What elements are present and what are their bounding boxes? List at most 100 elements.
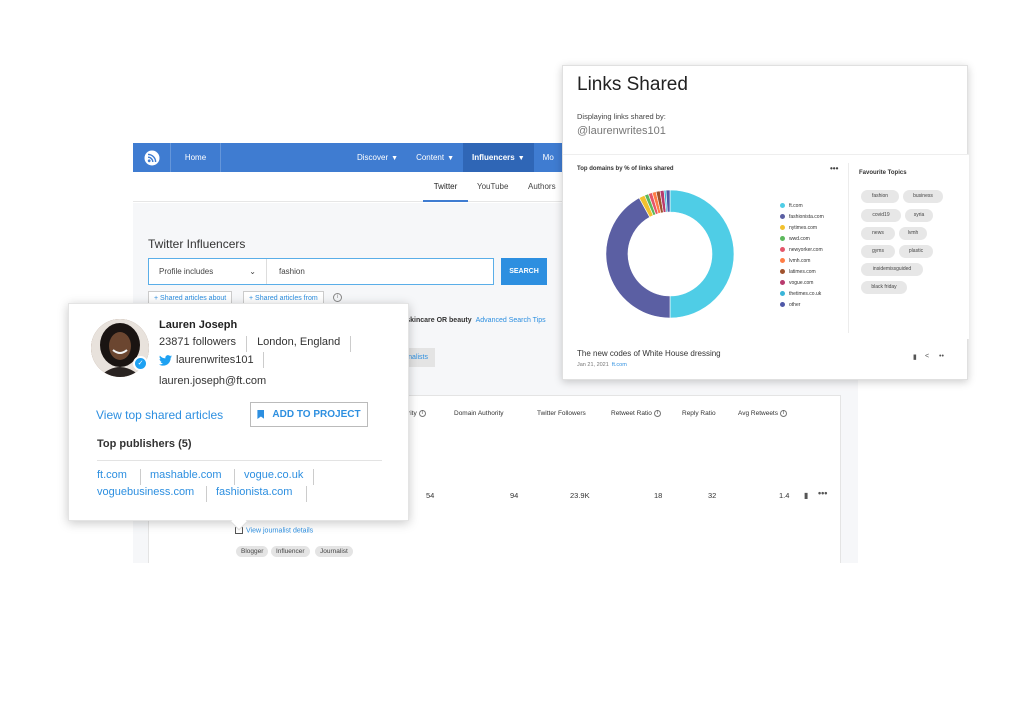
- topic-chip[interactable]: fashion: [861, 190, 899, 203]
- divider: [97, 460, 382, 461]
- cell-retweet-ratio: 18: [654, 491, 663, 500]
- legend-swatch: [780, 258, 785, 263]
- add-to-project-button[interactable]: ADD TO PROJECT: [250, 402, 368, 427]
- chevron-down-icon: ▼: [391, 155, 399, 162]
- profile-location: London, England: [257, 336, 341, 348]
- twitter-bird-icon: [159, 354, 172, 366]
- divider: [306, 486, 307, 502]
- legend-swatch: [780, 302, 785, 307]
- more-options-icon[interactable]: •••: [830, 164, 838, 173]
- legend-label: latimes.com: [789, 268, 816, 275]
- followers-count: 23871 followers: [159, 336, 237, 348]
- article-title[interactable]: The new codes of White House dressing: [577, 349, 721, 358]
- article-source-link[interactable]: ft.com: [612, 362, 627, 368]
- donut-slice-fashionista-com[interactable]: [605, 197, 671, 319]
- nav-discover-label: Discover: [357, 153, 389, 162]
- divider: [262, 352, 264, 368]
- topic-chip[interactable]: black friday: [861, 281, 907, 294]
- advanced-search-tips-link[interactable]: Advanced Search Tips: [476, 317, 546, 324]
- influencer-profile-card: ✓ Lauren Joseph 23871 followers London, …: [68, 303, 409, 531]
- topic-chip[interactable]: insidemissguided: [861, 263, 923, 276]
- share-icon[interactable]: <: [925, 353, 929, 360]
- view-journalist-label: View journalist details: [246, 527, 314, 535]
- shared-from-label: Shared articles from: [255, 295, 318, 302]
- topic-chip[interactable]: gyms: [861, 245, 895, 258]
- tag-influencer: Influencer: [271, 546, 310, 557]
- bookmark-icon[interactable]: ▮: [913, 353, 917, 361]
- more-options-icon[interactable]: •••: [818, 488, 827, 498]
- links-shared-panel: Links Shared Displaying links shared by:…: [562, 65, 969, 380]
- nav-more[interactable]: Mo: [534, 143, 563, 172]
- col-reply-ratio[interactable]: Reply Ratio: [682, 410, 716, 417]
- publisher-link[interactable]: voguebusiness.com: [97, 486, 194, 498]
- search-input[interactable]: fashion: [267, 259, 305, 284]
- profile-stats: 23871 followers London, England: [159, 336, 361, 352]
- bookmark-icon: [257, 410, 265, 419]
- legend-swatch: [780, 280, 785, 285]
- legend-label: fashionista.com: [789, 213, 824, 220]
- publisher-link[interactable]: fashionista.com: [216, 486, 292, 498]
- legend-item: fashionista.com: [780, 211, 824, 222]
- divider: [206, 486, 207, 502]
- nav-influencers[interactable]: Influencers ▼: [463, 143, 534, 172]
- divider: [234, 469, 235, 485]
- chevron-down-icon: ▼: [517, 155, 525, 162]
- col-retweet-ratio[interactable]: Retweet Ratio i: [611, 410, 661, 417]
- links-shared-handle: @laurenwrites101: [577, 125, 666, 137]
- nav-home[interactable]: Home: [171, 143, 221, 172]
- topic-chip[interactable]: plastic: [899, 245, 933, 258]
- info-icon[interactable]: i: [333, 293, 342, 302]
- info-icon: i: [779, 410, 787, 417]
- donut-slice-ft-com[interactable]: [669, 189, 735, 319]
- legend-label: newyorker.com: [789, 246, 823, 253]
- top-publishers-heading: Top publishers (5): [97, 438, 192, 450]
- divider: [246, 336, 248, 352]
- add-to-project-label: ADD TO PROJECT: [272, 409, 361, 420]
- view-top-shared-articles-link[interactable]: View top shared articles: [96, 408, 223, 422]
- tag-blogger: Blogger: [236, 546, 269, 557]
- search-bar: Profile includes ⌄ fashion: [148, 258, 494, 285]
- divider: [848, 163, 849, 333]
- nav-content[interactable]: Content ▼: [407, 143, 463, 172]
- search-button[interactable]: SEARCH: [501, 258, 547, 285]
- tab-twitter[interactable]: Twitter: [423, 172, 468, 202]
- topic-chip[interactable]: news: [861, 227, 895, 240]
- legend-item: newyorker.com: [780, 244, 824, 255]
- favourite-topics-heading: Favourite Topics: [859, 170, 907, 176]
- publisher-link[interactable]: vogue.co.uk: [244, 469, 303, 481]
- topic-chip[interactable]: syria: [905, 209, 933, 222]
- rss-feed-icon[interactable]: [133, 143, 171, 172]
- nav-content-label: Content: [416, 153, 445, 162]
- legend-label: other: [789, 301, 801, 308]
- topic-chip[interactable]: covid19: [861, 209, 901, 222]
- article-meta: Jan 21, 2021 ft.com: [577, 362, 627, 368]
- profile-includes-select[interactable]: Profile includes ⌄: [149, 259, 267, 284]
- profile-email[interactable]: lauren.joseph@ft.com: [159, 375, 266, 387]
- tab-youtube[interactable]: YouTube: [477, 172, 508, 202]
- col-domain-authority[interactable]: Domain Authority: [454, 410, 504, 417]
- legend-swatch: [780, 236, 785, 241]
- legend-swatch: [780, 214, 785, 219]
- topic-chip[interactable]: business: [903, 190, 943, 203]
- topic-chip[interactable]: lvmh: [899, 227, 927, 240]
- legend-label: ft.com: [789, 202, 803, 209]
- legend-swatch: [780, 291, 785, 296]
- col-retweet-ratio-label: Retweet Ratio: [611, 410, 652, 418]
- verified-check-icon: ✓: [133, 356, 148, 371]
- twitter-handle[interactable]: laurenwrites101: [159, 352, 264, 368]
- publisher-link[interactable]: mashable.com: [150, 469, 222, 481]
- article-date: Jan 21, 2021: [577, 362, 609, 368]
- bookmark-icon[interactable]: ▮: [804, 491, 808, 500]
- people-icon[interactable]: ••: [939, 353, 944, 360]
- legend-item: other: [780, 299, 824, 310]
- view-journalist-details-link[interactable]: View journalist details: [235, 527, 313, 534]
- legend-item: latimes.com: [780, 266, 824, 277]
- legend-label: vogue.com: [789, 279, 814, 286]
- col-twitter-followers[interactable]: Twitter Followers: [537, 410, 586, 417]
- nav-discover[interactable]: Discover ▼: [348, 143, 407, 172]
- col-avg-retweets[interactable]: Avg Retweets i: [738, 410, 787, 417]
- publisher-link[interactable]: ft.com: [97, 469, 127, 481]
- domains-donut-chart: [605, 189, 735, 319]
- info-icon: i: [418, 410, 426, 417]
- tab-authors[interactable]: Authors: [528, 172, 556, 202]
